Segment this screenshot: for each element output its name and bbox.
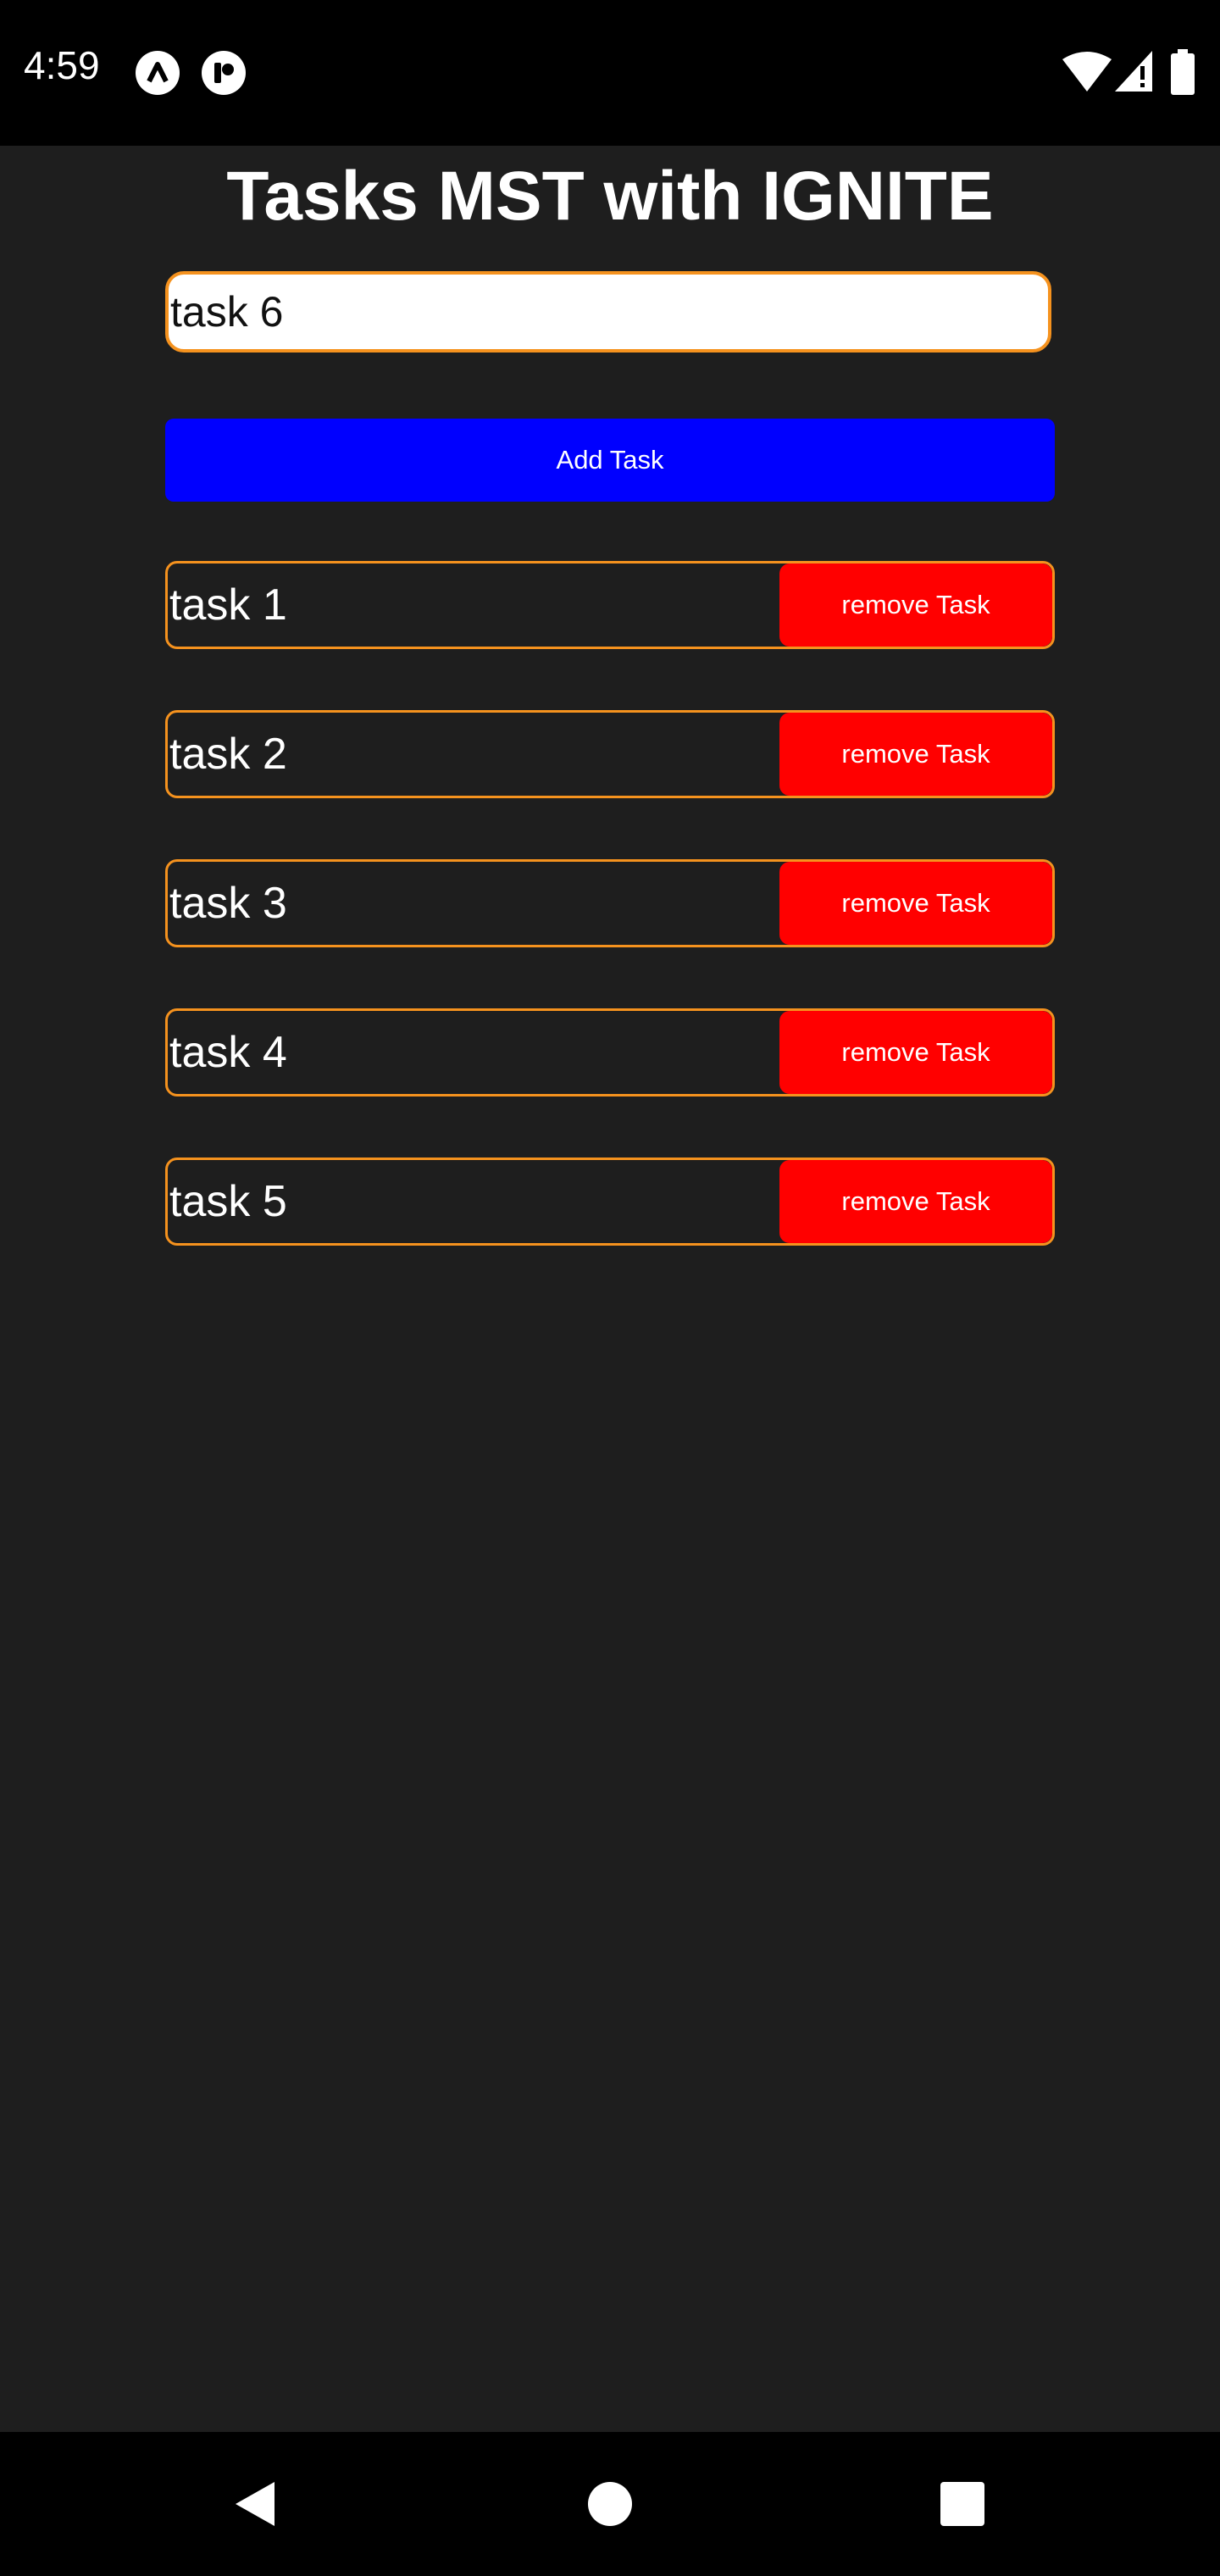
task-row: task 3 remove Task: [165, 859, 1055, 947]
signal-icon: [1115, 51, 1152, 92]
back-icon[interactable]: [230, 2479, 281, 2529]
task-label: task 3: [169, 879, 287, 928]
task-row: task 1 remove Task: [165, 561, 1055, 649]
remove-task-button[interactable]: remove Task: [779, 1160, 1052, 1243]
page-title: Tasks MST with IGNITE: [226, 158, 994, 235]
task-label: task 4: [169, 1028, 287, 1077]
remove-task-button[interactable]: remove Task: [779, 713, 1052, 796]
status-time: 4:59: [24, 43, 100, 87]
task-row: task 5 remove Task: [165, 1158, 1055, 1246]
remove-task-button[interactable]: remove Task: [779, 862, 1052, 945]
app-a-icon: [136, 51, 180, 95]
recents-icon[interactable]: [937, 2479, 988, 2529]
task-row: task 2 remove Task: [165, 710, 1055, 798]
task-row: task 4 remove Task: [165, 1008, 1055, 1096]
task-label: task 1: [169, 580, 287, 630]
remove-task-button[interactable]: remove Task: [779, 564, 1052, 647]
app-t-icon: [202, 51, 246, 95]
status-bar: 4:59: [0, 0, 1220, 146]
wifi-icon: [1062, 52, 1112, 92]
task-label: task 5: [169, 1177, 287, 1226]
remove-task-button[interactable]: remove Task: [779, 1011, 1052, 1094]
add-task-button[interactable]: Add Task: [165, 419, 1055, 502]
battery-icon: [1171, 49, 1195, 95]
task-input[interactable]: [165, 271, 1051, 353]
home-icon[interactable]: [585, 2479, 635, 2529]
task-label: task 2: [169, 730, 287, 779]
